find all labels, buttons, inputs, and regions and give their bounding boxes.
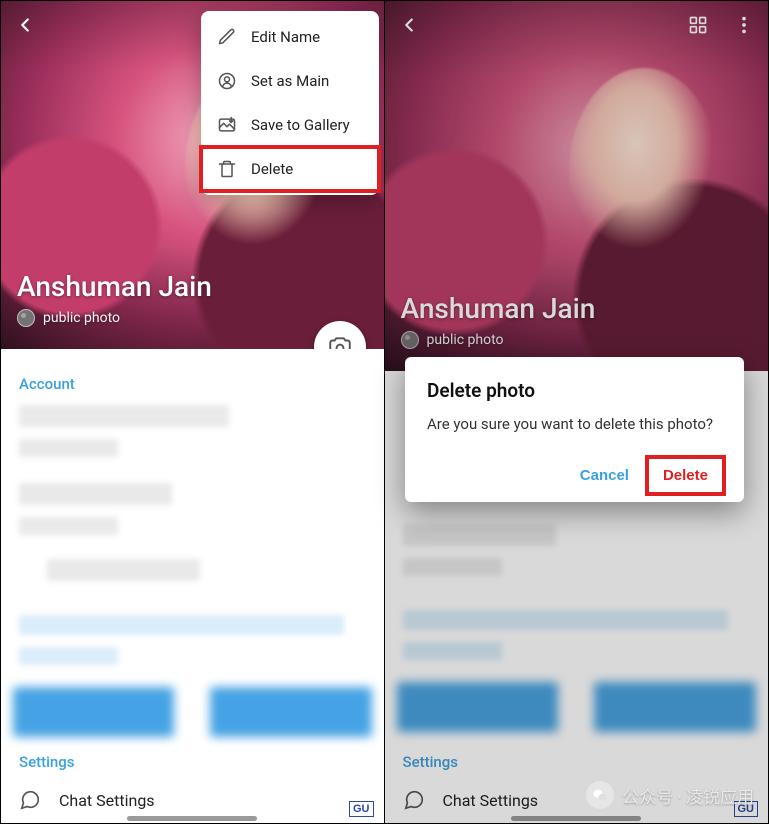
menu-delete[interactable]: Delete: [201, 147, 379, 191]
redacted-line: [403, 558, 503, 576]
delete-dialog: Delete photo Are you sure you want to de…: [405, 357, 744, 502]
section-settings: Settings: [1, 743, 384, 777]
chat-settings-label: Chat Settings: [443, 791, 539, 810]
nav-pill: [127, 816, 257, 821]
profile-name-block: Anshuman Jain public photo: [17, 270, 212, 327]
redacted-line: [19, 647, 118, 665]
menu-delete-label: Delete: [251, 160, 293, 178]
back-icon[interactable]: [11, 11, 39, 39]
image-download-icon: [217, 115, 237, 135]
menu-save-gallery-label: Save to Gallery: [251, 116, 350, 134]
redacted-line: [47, 559, 200, 581]
profile-photo: Anshuman Jain public photo: [385, 1, 769, 371]
photo-visibility: public photo: [43, 310, 120, 326]
redacted-line: [19, 405, 229, 427]
qr-icon[interactable]: [684, 11, 712, 39]
section-settings: Settings: [385, 743, 769, 777]
chat-icon: [403, 789, 425, 811]
more-icon[interactable]: [730, 11, 758, 39]
profile-name-block: Anshuman Jain public photo: [401, 292, 596, 349]
camera-fab[interactable]: +: [314, 321, 366, 349]
redacted-line: [19, 615, 344, 635]
redacted-line: [403, 642, 503, 660]
chat-icon: [19, 789, 41, 811]
redacted-line: [403, 524, 556, 546]
menu-set-main[interactable]: Set as Main: [201, 59, 379, 103]
chat-settings-label: Chat Settings: [59, 791, 155, 810]
screenshot-left: Anshuman Jain public photo + Account: [1, 1, 385, 823]
person-circle-icon: [217, 71, 237, 91]
redacted-line: [19, 439, 118, 457]
profile-body: Account Settings Chat Settings GU: [1, 349, 384, 823]
redacted-line: [19, 483, 172, 505]
back-icon[interactable]: [395, 11, 423, 39]
redacted-block: [13, 687, 174, 737]
photo-context-menu: Edit Name Set as Main Save to Gallery De…: [201, 11, 379, 195]
mini-logo: GU: [734, 801, 759, 817]
profile-name: Anshuman Jain: [401, 292, 596, 325]
profile-name: Anshuman Jain: [17, 270, 212, 303]
redacted-block: [397, 682, 559, 732]
menu-set-main-label: Set as Main: [251, 72, 329, 90]
dialog-title: Delete photo: [427, 379, 722, 402]
menu-save-gallery[interactable]: Save to Gallery: [201, 103, 379, 147]
section-account: Account: [1, 365, 384, 399]
dialog-delete-button[interactable]: Delete: [649, 459, 722, 492]
dialog-message: Are you sure you want to delete this pho…: [427, 414, 722, 435]
globe-icon: [401, 331, 419, 349]
pencil-icon: [217, 27, 237, 47]
redacted-line: [403, 610, 729, 630]
redacted-line: [19, 517, 118, 535]
menu-edit-name[interactable]: Edit Name: [201, 15, 379, 59]
menu-edit-name-label: Edit Name: [251, 28, 320, 46]
mini-logo: GU: [349, 801, 374, 817]
redacted-block: [594, 682, 756, 732]
dialog-cancel-button[interactable]: Cancel: [566, 459, 643, 492]
photo-visibility: public photo: [427, 332, 504, 348]
top-bar: [385, 1, 769, 49]
trash-icon: [217, 159, 237, 179]
nav-pill: [511, 816, 641, 821]
globe-icon: [17, 309, 35, 327]
redacted-block: [210, 687, 371, 737]
